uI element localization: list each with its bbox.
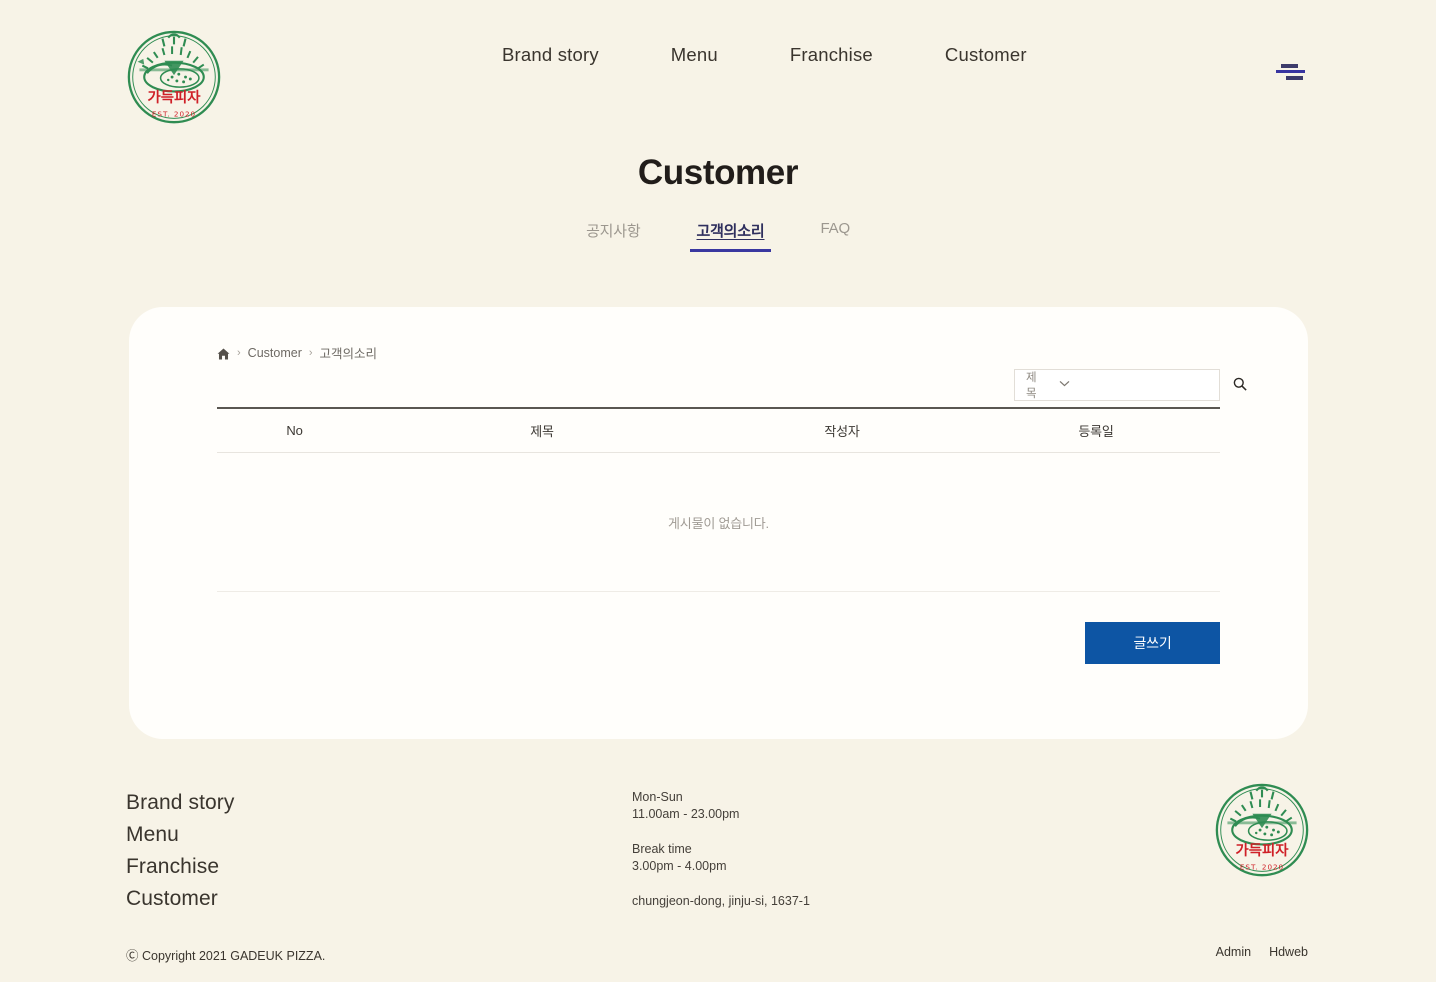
breadcrumb-separator-2: › xyxy=(308,346,313,359)
board-table: No 제목 작성자 등록일 게시물이 없습니다. 글쓰기 xyxy=(217,407,1220,664)
hamburger-menu-icon[interactable] xyxy=(1276,62,1306,82)
home-icon[interactable] xyxy=(217,348,230,360)
info-spacer-2 xyxy=(632,875,810,893)
board-table-header: No 제목 작성자 등록일 xyxy=(217,407,1220,453)
chevron-down-icon xyxy=(1059,379,1070,389)
hours-label: Mon-Sun xyxy=(632,790,683,804)
site-header: 가득피자 EST. 2020 Brand story Menu Franchis… xyxy=(0,0,1436,150)
footer-logo[interactable]: 가득피자 EST. 2020 xyxy=(1214,782,1310,881)
main-nav: Brand story Menu Franchise Customer xyxy=(480,44,1049,66)
board-card: › Customer › 고객의소리 제목 No 제목 작성자 등록일 게시물이… xyxy=(129,307,1308,739)
admin-link[interactable]: Admin xyxy=(1216,945,1251,959)
column-header-date: 등록일 xyxy=(1078,424,1114,439)
footer-business-info: Mon-Sun 11.00am - 23.00pm Break time 3.0… xyxy=(632,789,810,909)
breadcrumb: › Customer › 고객의소리 xyxy=(217,343,377,362)
copyright-text: Ⓒ Copyright 2021 GADEUK PIZZA. xyxy=(126,949,326,963)
svg-text:EST. 2020: EST. 2020 xyxy=(152,109,196,118)
board-search: 제목 xyxy=(1014,369,1247,401)
hours-value: 11.00am - 23.00pm xyxy=(632,806,740,821)
hamburger-bar-middle xyxy=(1276,70,1305,73)
nav-item-menu[interactable]: Menu xyxy=(649,44,740,66)
customer-tabs: 공지사항 고객의소리 FAQ xyxy=(0,220,1436,252)
footer-logo-icon: 가득피자 EST. 2020 xyxy=(1215,783,1309,877)
footer-bottom-bar: Ⓒ Copyright 2021 GADEUK PIZZA. Admin Hdw… xyxy=(0,942,1436,974)
page-title: Customer xyxy=(637,153,799,192)
search-icon xyxy=(1233,377,1247,394)
write-post-button[interactable]: 글쓰기 xyxy=(1085,622,1220,664)
logo-icon: 가득피자 EST. 2020 xyxy=(127,30,221,124)
footer-link-customer[interactable]: Customer xyxy=(126,887,234,911)
breadcrumb-item-customer[interactable]: Customer xyxy=(248,346,302,360)
search-input[interactable] xyxy=(1069,370,1233,400)
svg-text:가득피자: 가득피자 xyxy=(1236,842,1290,859)
footer-link-menu[interactable]: Menu xyxy=(126,823,234,847)
nav-item-brand-story[interactable]: Brand story xyxy=(480,44,621,66)
break-value: 3.00pm - 4.00pm xyxy=(632,858,727,873)
search-button[interactable] xyxy=(1233,370,1253,400)
column-header-author: 작성자 xyxy=(824,424,860,439)
site-footer: Brand story Menu Franchise Customer Mon-… xyxy=(0,769,1436,982)
site-logo[interactable]: 가득피자 EST. 2020 xyxy=(126,29,222,128)
tab-customer-voice[interactable]: 고객의소리 xyxy=(668,220,792,252)
search-category-value: 제목 xyxy=(1026,372,1037,400)
board-actions: 글쓰기 xyxy=(217,622,1220,664)
hamburger-bar-bottom xyxy=(1286,76,1303,80)
board-empty-message: 게시물이 없습니다. xyxy=(217,453,1220,592)
address: chungjeon-dong, jinju-si, 1637-1 xyxy=(632,893,810,908)
hdweb-link[interactable]: Hdweb xyxy=(1269,945,1308,959)
svg-text:EST. 2020: EST. 2020 xyxy=(1240,862,1284,871)
tab-faq[interactable]: FAQ xyxy=(793,220,878,252)
breadcrumb-item-current: 고객의소리 xyxy=(319,347,378,361)
nav-item-customer[interactable]: Customer xyxy=(923,44,1049,66)
column-header-title: 제목 xyxy=(530,424,554,439)
page-root: 가득피자 EST. 2020 Brand story Menu Franchis… xyxy=(0,0,1436,982)
column-header-no: No xyxy=(286,423,303,438)
footer-link-franchise[interactable]: Franchise xyxy=(126,855,234,879)
breadcrumb-separator-1: › xyxy=(237,346,241,359)
footer-admin-links: Admin Hdweb xyxy=(1216,945,1308,959)
hamburger-bar-top xyxy=(1281,64,1298,68)
tab-notice[interactable]: 공지사항 xyxy=(558,220,668,252)
break-label: Break time xyxy=(632,841,692,856)
footer-link-brand-story[interactable]: Brand story xyxy=(126,791,234,815)
info-spacer-1 xyxy=(632,823,810,841)
svg-text:가득피자: 가득피자 xyxy=(148,89,202,106)
footer-nav: Brand story Menu Franchise Customer xyxy=(126,791,234,911)
nav-item-franchise[interactable]: Franchise xyxy=(768,44,895,66)
search-category-select[interactable]: 제목 xyxy=(1015,370,1070,400)
